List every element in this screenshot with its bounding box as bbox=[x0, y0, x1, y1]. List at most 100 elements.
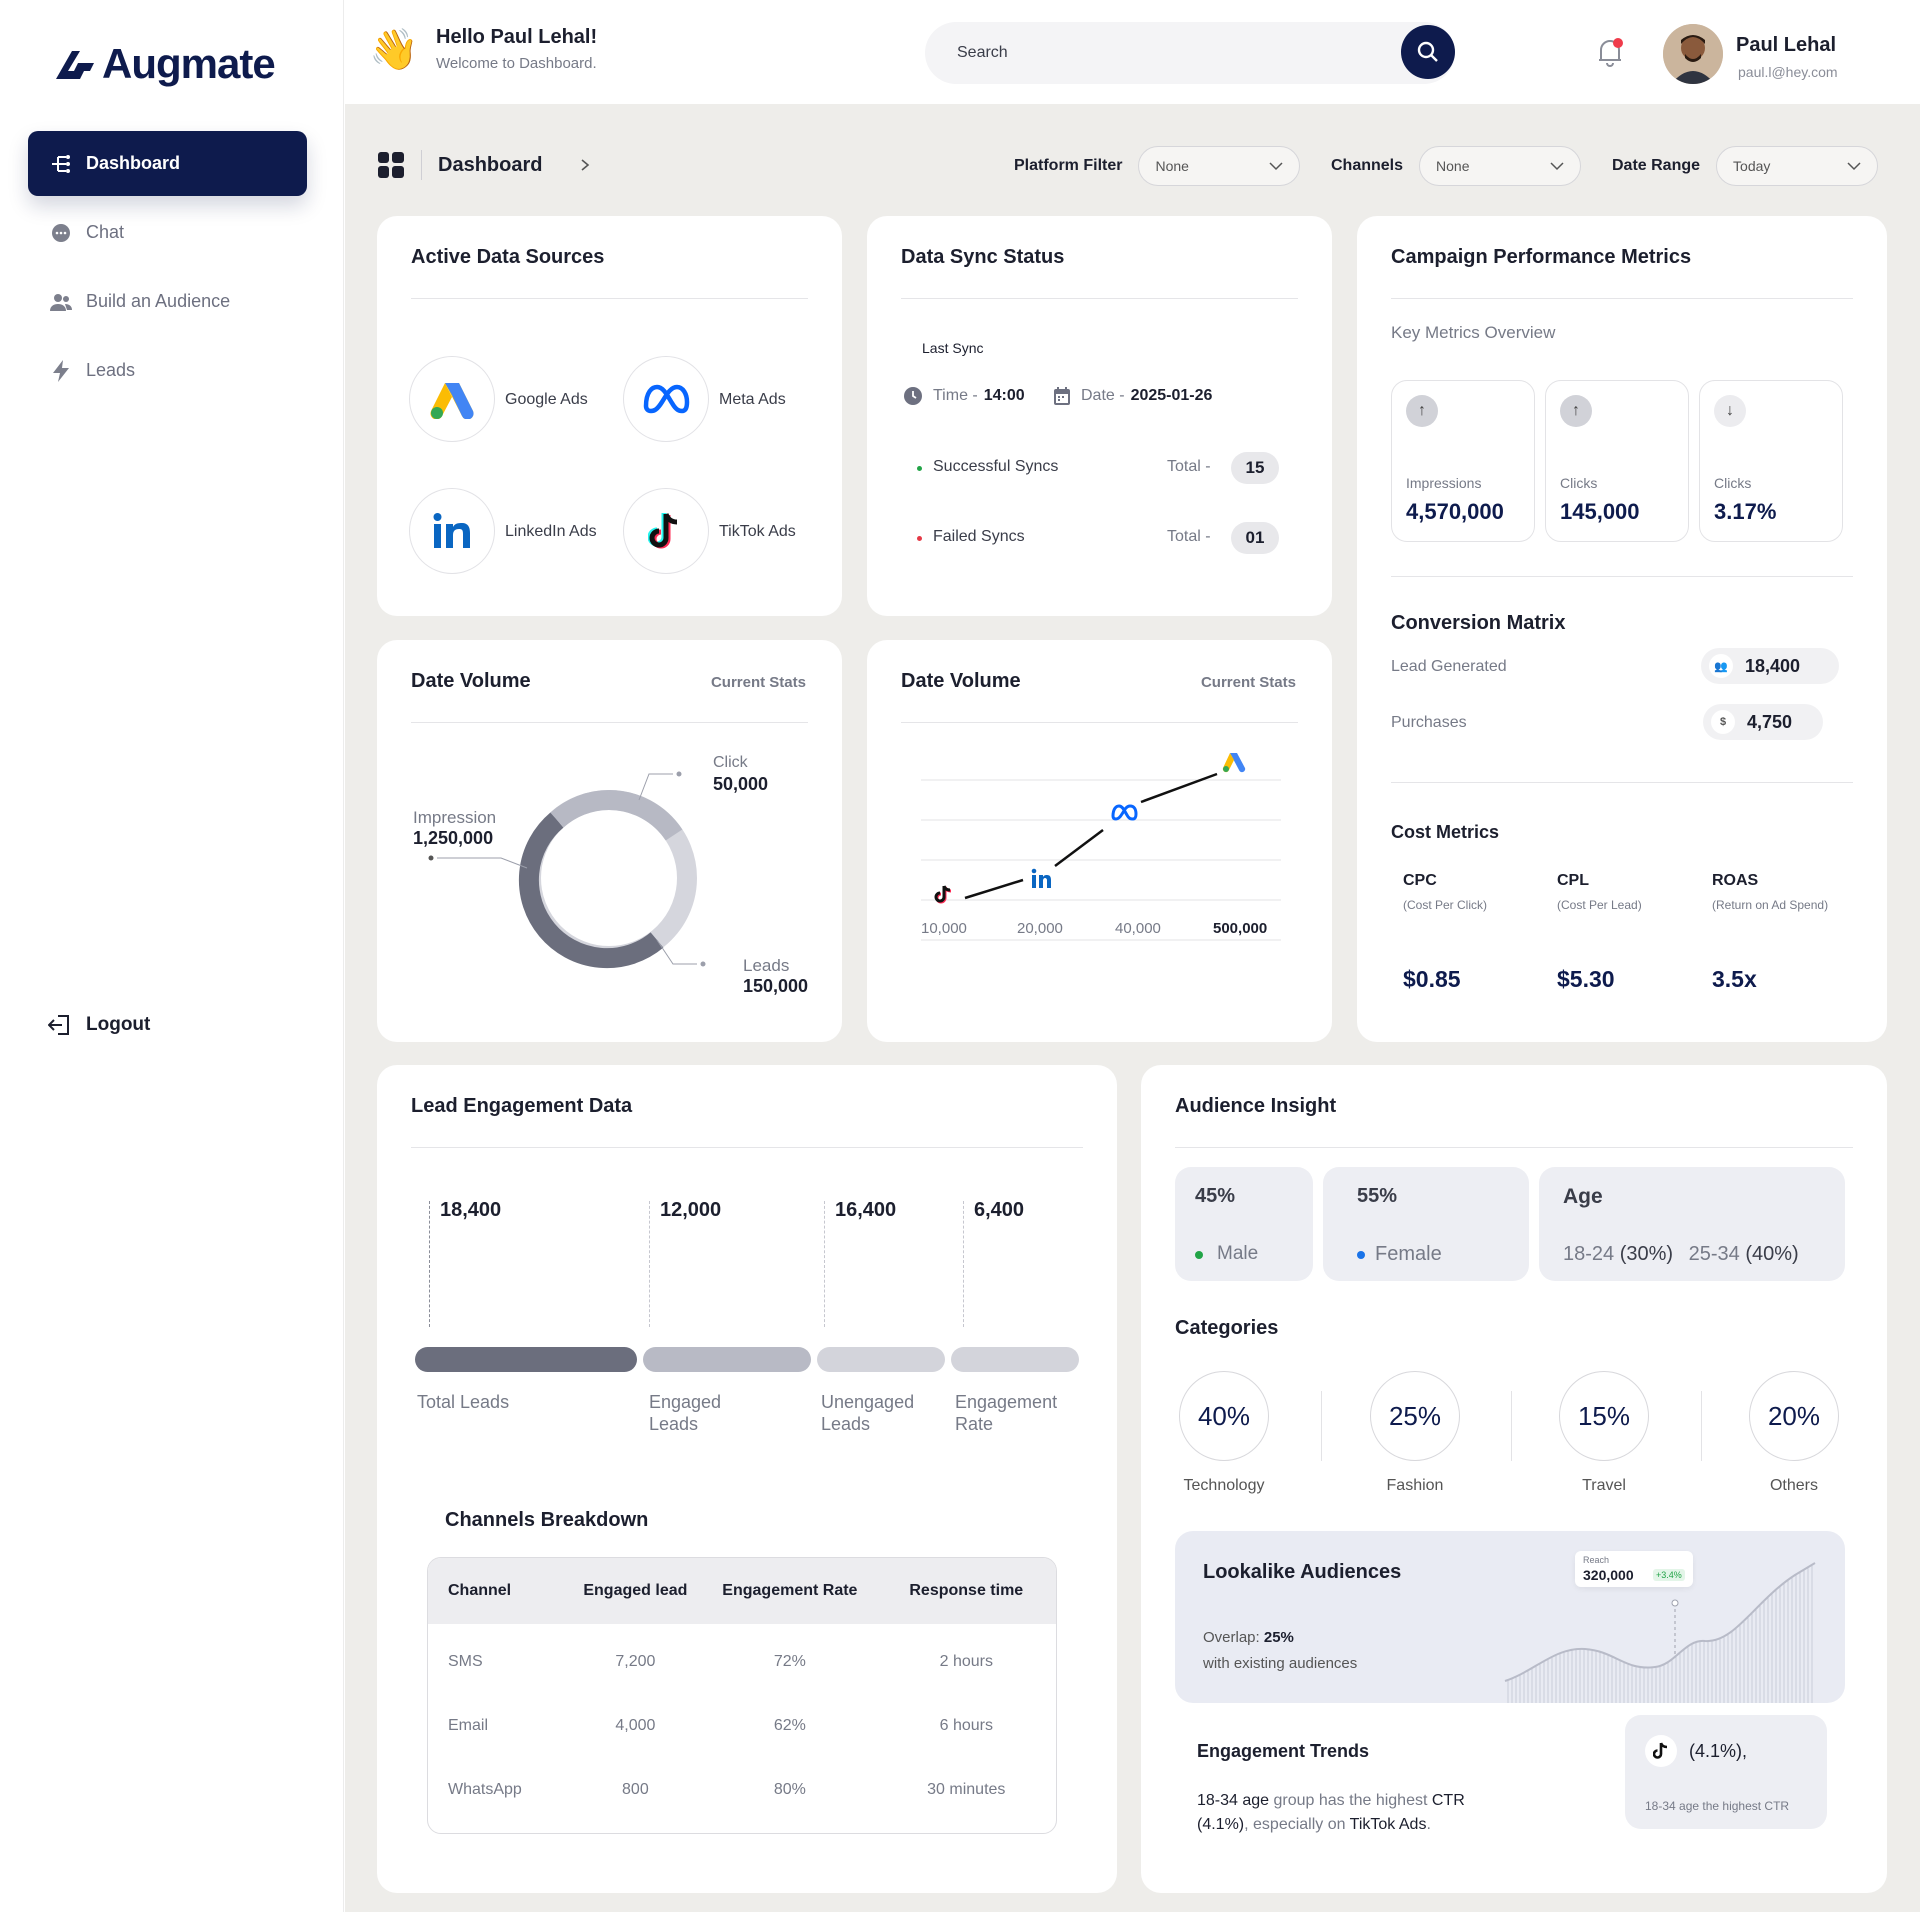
metric-value: 3.17% bbox=[1714, 499, 1777, 524]
male-stat: 45% Male bbox=[1175, 1167, 1313, 1281]
divider bbox=[1511, 1391, 1512, 1461]
sidebar-item-leads[interactable]: Leads bbox=[28, 338, 307, 403]
logout-button[interactable]: Logout bbox=[48, 1014, 150, 1036]
divider bbox=[411, 1147, 1083, 1148]
divider bbox=[901, 298, 1298, 299]
successful-syncs-count: 15 bbox=[1231, 452, 1279, 484]
age-range: 18-24 bbox=[1563, 1243, 1615, 1265]
divider bbox=[1701, 1391, 1702, 1461]
chevron-down-icon bbox=[1847, 162, 1861, 171]
cell: WhatsApp bbox=[448, 1781, 522, 1798]
google-ads-icon[interactable] bbox=[409, 356, 495, 442]
breadcrumb-divider bbox=[421, 150, 422, 180]
category-fashion[interactable]: 25% bbox=[1370, 1371, 1460, 1461]
logout-icon bbox=[48, 1015, 69, 1035]
notification-bell-icon[interactable] bbox=[1595, 36, 1625, 68]
col-header[interactable]: Engaged lead bbox=[568, 1582, 704, 1600]
failed-syncs-label: Failed Syncs bbox=[933, 528, 1025, 545]
sync-date: Date - 2025-01-26 bbox=[1053, 386, 1212, 406]
cost-desc: (Cost Per Click) bbox=[1403, 898, 1488, 912]
chevron-right-icon[interactable] bbox=[578, 158, 592, 172]
search-input[interactable]: Search bbox=[957, 44, 1008, 62]
metric-value: 4,570,000 bbox=[1406, 499, 1504, 524]
date-range-select[interactable]: Today bbox=[1716, 146, 1879, 186]
female-stat: 55% Female bbox=[1323, 1167, 1529, 1281]
search-icon bbox=[1417, 41, 1438, 62]
metric-clicks[interactable]: ↑ Clicks 145,000 bbox=[1545, 380, 1689, 542]
trend-badge-value: (4.1%), bbox=[1689, 1741, 1748, 1761]
metric-click-rate[interactable]: ↓ Clicks 3.17% bbox=[1699, 380, 1843, 542]
platform-filter-select[interactable]: None bbox=[1138, 146, 1301, 186]
linkedin-icon[interactable] bbox=[409, 488, 495, 574]
sidebar-item-chat[interactable]: Chat bbox=[28, 200, 307, 265]
user-email: paul.l@hey.com bbox=[1738, 64, 1838, 80]
category-technology[interactable]: 40% bbox=[1179, 1371, 1269, 1461]
bar-marker bbox=[963, 1201, 964, 1327]
search-button[interactable] bbox=[1401, 25, 1455, 79]
col-header[interactable]: Channel bbox=[428, 1582, 568, 1600]
main-content: Dashboard Platform Filter None Channels … bbox=[345, 104, 1920, 1912]
time-value: 14:00 bbox=[983, 387, 1025, 404]
bar-unengaged-leads bbox=[817, 1347, 945, 1372]
bar-engagement-rate bbox=[951, 1347, 1079, 1372]
donut-segment-click bbox=[608, 790, 683, 841]
bar-engaged-leads bbox=[643, 1347, 811, 1372]
metric-impressions[interactable]: ↑ Impressions 4,570,000 bbox=[1391, 380, 1535, 542]
app-logo[interactable]: Augmate bbox=[54, 40, 276, 88]
greeting-subtitle: Welcome to Dashboard. bbox=[436, 55, 597, 72]
tiktok-icon[interactable] bbox=[623, 488, 709, 574]
bar-marker bbox=[429, 1201, 430, 1327]
cell: Email bbox=[448, 1717, 489, 1734]
bolt-icon bbox=[50, 359, 72, 382]
dashboard-grid-icon bbox=[378, 152, 404, 178]
trend-text: , especially on bbox=[1244, 1816, 1346, 1833]
hierarchy-icon bbox=[50, 153, 72, 175]
cell: 6 hours bbox=[939, 1717, 993, 1734]
female-pct: 55% bbox=[1357, 1185, 1398, 1207]
lookalike-panel[interactable]: Lookalike Audiences Overlap: 25% with ex… bbox=[1175, 1531, 1845, 1703]
category-travel[interactable]: 15% bbox=[1559, 1371, 1649, 1461]
cost-cpc: CPC (Cost Per Click) $0.85 bbox=[1403, 872, 1487, 993]
current-stats-link[interactable]: Current Stats bbox=[711, 674, 806, 691]
col-header[interactable]: Engagement Rate bbox=[703, 1582, 876, 1600]
total-label: Total - bbox=[1167, 528, 1211, 545]
cost-desc: (Return on Ad Spend) bbox=[1712, 898, 1829, 912]
date-volume-donut-card: Date Volume Current Stats Click 50,000 I… bbox=[377, 640, 842, 1042]
search-bar[interactable]: Search bbox=[925, 22, 1455, 84]
overlap-label: Overlap: bbox=[1203, 1629, 1260, 1646]
trend-badge[interactable]: (4.1%), 18-34 age the highest CTR bbox=[1625, 1715, 1827, 1829]
leader-dot bbox=[700, 961, 706, 967]
card-title: Active Data Sources bbox=[411, 246, 605, 268]
trend-age-group: 18-34 age bbox=[1197, 1792, 1270, 1809]
donut-value-impression: 1,250,000 bbox=[413, 828, 494, 848]
divider bbox=[1391, 782, 1853, 783]
table-row[interactable]: Email 4,000 62% 6 hours bbox=[428, 1694, 1056, 1758]
tiktok-icon bbox=[1645, 1735, 1677, 1767]
reach-label: Reach bbox=[1583, 1555, 1610, 1565]
divider bbox=[1175, 1147, 1853, 1148]
last-sync-label: Last Sync bbox=[922, 340, 984, 356]
channels-filter-select[interactable]: None bbox=[1419, 146, 1582, 186]
age-stat: Age 18-24 (30%) 25-34 (40%) bbox=[1539, 1167, 1845, 1281]
cell: 800 bbox=[622, 1781, 649, 1798]
table-row[interactable]: WhatsApp 800 80% 30 minutes bbox=[428, 1758, 1056, 1822]
lead-engagement-card: Lead Engagement Data 18,400 12,000 16,40… bbox=[377, 1065, 1117, 1893]
category-others[interactable]: 20% bbox=[1749, 1371, 1839, 1461]
user-avatar[interactable] bbox=[1663, 24, 1723, 84]
table-row[interactable]: SMS 7,200 72% 2 hours bbox=[428, 1630, 1056, 1694]
trend-segment bbox=[1140, 772, 1218, 804]
engagement-trends-title: Engagement Trends bbox=[1197, 1741, 1370, 1761]
platform-filter-value: None bbox=[1155, 158, 1189, 174]
donut-label-leads: Leads bbox=[743, 956, 790, 975]
sidebar-item-build-audience[interactable]: Build an Audience bbox=[28, 269, 307, 334]
breadcrumb-current[interactable]: Dashboard bbox=[438, 154, 542, 177]
meta-icon[interactable] bbox=[623, 356, 709, 442]
cost-cpl: CPL (Cost Per Lead) $5.30 bbox=[1557, 872, 1642, 993]
purchases-pill: $ 4,750 bbox=[1703, 704, 1823, 740]
bar-label: Total Leads bbox=[417, 1392, 510, 1412]
current-stats-link[interactable]: Current Stats bbox=[1201, 674, 1296, 691]
col-header[interactable]: Response time bbox=[877, 1582, 1056, 1600]
card-title: Lead Engagement Data bbox=[411, 1095, 633, 1117]
sidebar-item-dashboard[interactable]: Dashboard bbox=[28, 131, 307, 196]
card-title: Date Volume bbox=[901, 670, 1021, 692]
